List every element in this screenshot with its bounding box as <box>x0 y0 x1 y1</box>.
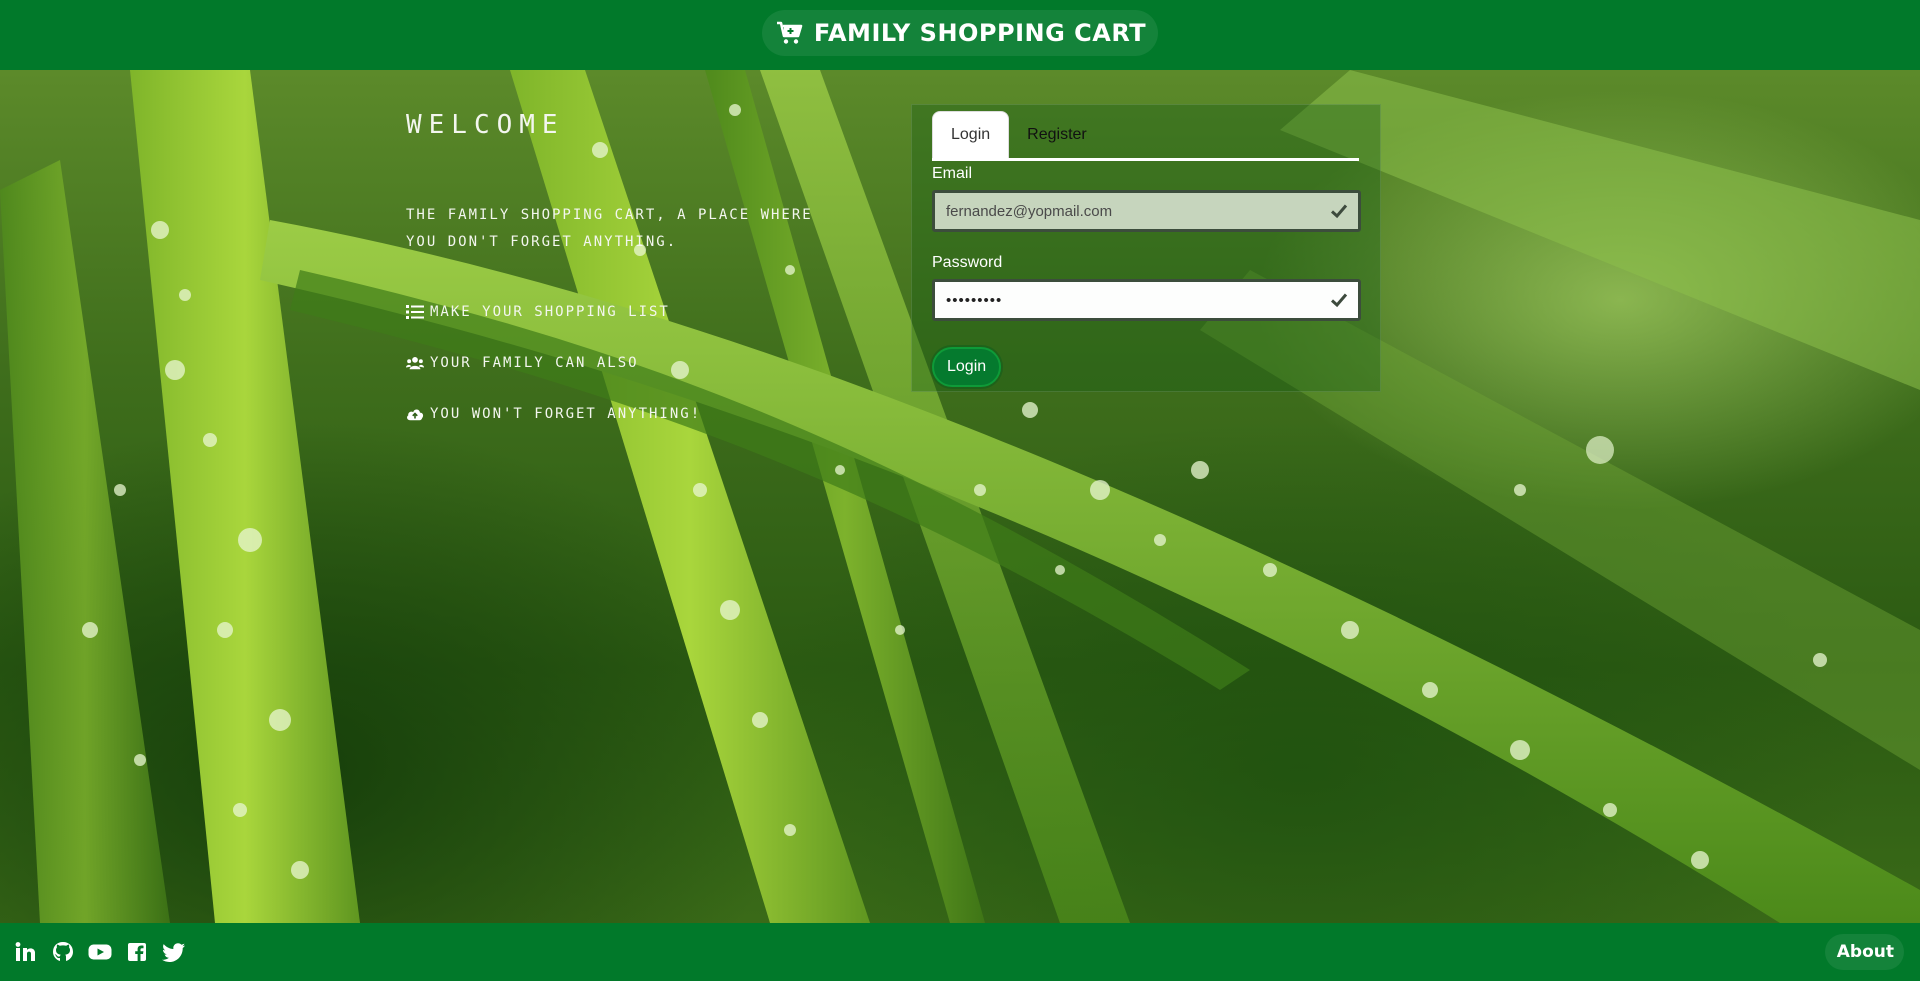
email-field-wrapper <box>932 190 1361 232</box>
password-field-wrapper <box>932 279 1361 321</box>
feature-item-shopping-list: MAKE YOUR SHOPPING LIST <box>406 302 886 322</box>
shopping-cart-plus-icon <box>776 21 803 44</box>
feature-label: YOUR FAMILY CAN ALSO <box>430 355 639 371</box>
welcome-description: THE FAMILY SHOPPING CART, A PLACE WHERE … <box>406 207 813 250</box>
list-icon <box>406 305 424 319</box>
brand-title: FAMILY SHOPPING CART <box>813 19 1147 47</box>
check-icon <box>1330 204 1348 219</box>
email-label: Email <box>932 165 973 182</box>
auth-tabs: Login Register <box>932 111 1359 161</box>
users-icon <box>406 356 424 370</box>
welcome-section: WELCOME THE FAMILY SHOPPING CART, A PLAC… <box>406 110 886 455</box>
password-field[interactable] <box>935 282 1358 318</box>
password-label: Password <box>932 254 1003 271</box>
brand-home-link[interactable]: FAMILY SHOPPING CART <box>761 10 1159 56</box>
footer-bar: About <box>0 923 1920 981</box>
auth-panel: Login Register Email Password Login <box>911 104 1381 392</box>
twitter-icon[interactable] <box>162 941 186 963</box>
cloud-upload-icon <box>407 409 424 421</box>
top-navbar: FAMILY SHOPPING CART <box>0 0 1920 70</box>
facebook-icon[interactable] <box>125 941 149 963</box>
feature-item-reminder: YOU WON'T FORGET ANYTHING! <box>406 404 886 424</box>
github-icon[interactable] <box>51 941 75 963</box>
tab-register[interactable]: Register <box>1009 111 1105 158</box>
check-icon <box>1330 293 1348 308</box>
feature-label: MAKE YOUR SHOPPING LIST <box>430 304 670 320</box>
about-link[interactable]: About <box>1824 934 1904 970</box>
feature-item-family: YOUR FAMILY CAN ALSO <box>406 353 886 373</box>
tab-login[interactable]: Login <box>932 111 1010 158</box>
linkedin-icon[interactable] <box>14 941 38 963</box>
feature-label: YOU WON'T FORGET ANYTHING! <box>430 406 702 422</box>
email-field[interactable] <box>935 193 1358 229</box>
login-button[interactable]: Login <box>932 347 1002 387</box>
welcome-title: WELCOME <box>406 110 565 140</box>
youtube-icon[interactable] <box>88 941 112 963</box>
social-links <box>14 941 186 963</box>
